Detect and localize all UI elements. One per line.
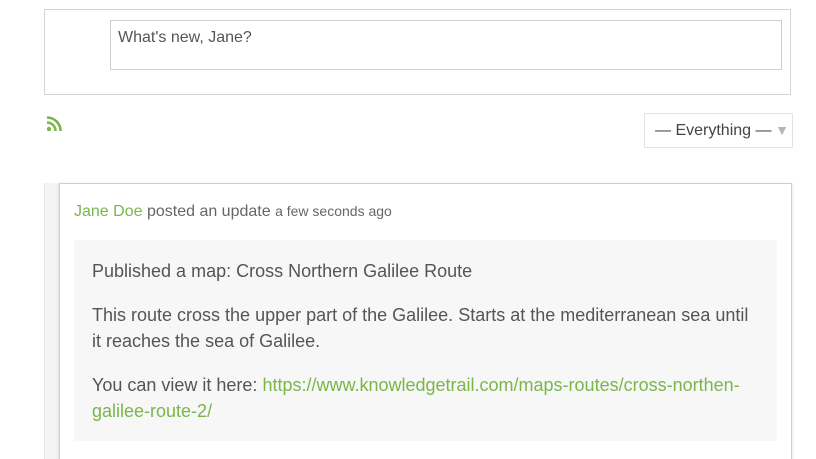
activity-description: This route cross the upper part of the G… [92,305,749,351]
status-composer: What's new, Jane? [44,9,791,95]
activity-view-line: You can view it here: https://www.knowle… [92,372,759,424]
view-prefix: You can view it here: [92,375,263,395]
rss-icon[interactable] [46,116,62,132]
activity-title: Published a map: Cross Northern Galilee … [92,261,473,281]
activity-page: What's new, Jane? — Everything — ▼ Jane … [0,0,816,459]
whats-new-input[interactable]: What's new, Jane? [110,20,782,70]
activity-item: Jane Doe posted an update a few seconds … [59,183,792,459]
author-link[interactable]: Jane Doe [74,203,143,220]
activity-timestamp[interactable]: a few seconds ago [275,203,392,219]
activity-content: Published a map: Cross Northern Galilee … [74,240,777,441]
filter-selected-value: — Everything — [655,121,772,139]
activity-header: Jane Doe posted an update a few seconds … [74,203,392,221]
activity-action: posted an update [146,203,271,220]
dropdown-arrow-icon: ▼ [775,122,789,138]
activity-stream-rail [44,183,60,459]
activity-filter-select[interactable]: — Everything — ▼ [644,113,793,148]
